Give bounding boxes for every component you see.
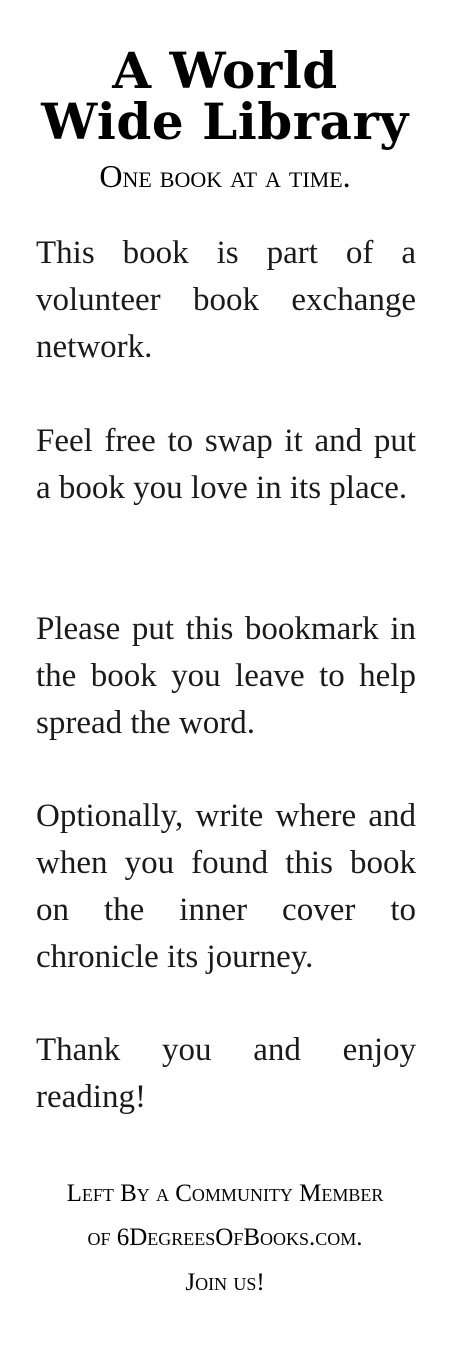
- paragraph-chronicle: Optionally, write where and when you fou…: [36, 798, 416, 975]
- title-line-1: A World: [112, 41, 338, 100]
- bookmark: A World Wide Library One book at a time.…: [0, 0, 450, 1350]
- paragraph-thanks: Thank you and enjoy reading!: [36, 1032, 416, 1115]
- paragraph-swap: Feel free to swap it and put a book you …: [36, 423, 416, 506]
- footer-line-1: Left By a Community Member: [66, 1180, 384, 1207]
- title-line-2: Wide Library: [41, 92, 409, 151]
- footer-line-3: Join us!: [185, 1269, 265, 1296]
- paragraph-bookmark: Please put this bookmark in the book you…: [36, 611, 416, 741]
- paragraph-network: This book is part of a volunteer book ex…: [36, 235, 416, 365]
- subtitle: One book at a time.: [99, 158, 351, 194]
- footer-line-2: of 6DegreesOfBooks.com.: [87, 1224, 363, 1251]
